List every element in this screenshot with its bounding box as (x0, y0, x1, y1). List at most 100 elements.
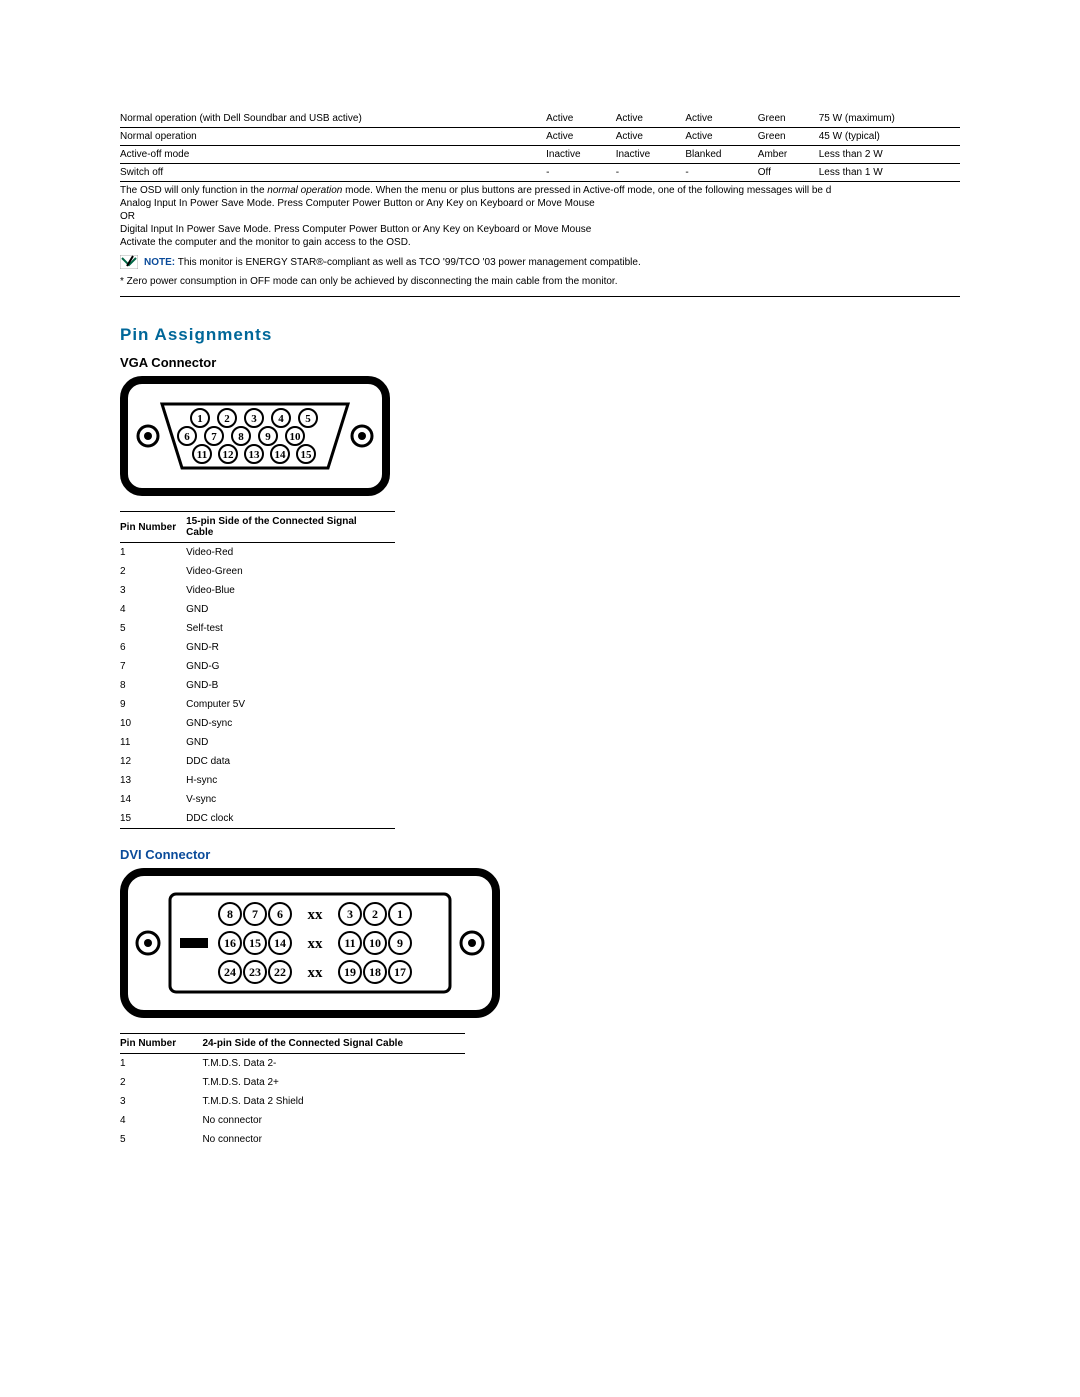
svg-text:4: 4 (278, 413, 284, 425)
pin-desc: Video-Red (186, 543, 395, 563)
dvi-connector-heading: DVI Connector (120, 847, 960, 862)
cell-mode: Active-off mode (120, 146, 546, 164)
table-row: 12DDC data (120, 752, 395, 771)
svg-text:2: 2 (224, 413, 230, 425)
table-row: 11GND (120, 733, 395, 752)
table-row: 1Video-Red (120, 543, 395, 563)
table-header-row: Pin Number 15-pin Side of the Connected … (120, 512, 395, 543)
svg-text:14: 14 (274, 936, 286, 950)
table-row: Normal operation (with Dell Soundbar and… (120, 110, 960, 128)
pin-num: 12 (120, 752, 186, 771)
note-body: This monitor is ENERGY STAR®-compliant a… (175, 257, 641, 268)
svg-text:2: 2 (372, 907, 378, 921)
zero-power-text: * Zero power consumption in OFF mode can… (120, 275, 960, 288)
svg-text:7: 7 (211, 431, 217, 443)
pin-num: 6 (120, 638, 186, 657)
svg-text:3: 3 (347, 907, 353, 921)
cell-mode: Normal operation (120, 128, 546, 146)
table-row: 15DDC clock (120, 809, 395, 829)
pin-num: 3 (120, 1092, 202, 1111)
svg-text:10: 10 (290, 431, 302, 443)
cell-vsync: Active (616, 110, 686, 128)
pin-num: 13 (120, 771, 186, 790)
table-row: Switch off - - - Off Less than 1 W (120, 164, 960, 182)
osd-text-1b: mode. When the menu or plus buttons are … (342, 185, 831, 196)
power-modes-table: Normal operation (with Dell Soundbar and… (120, 110, 960, 182)
pin-num: 8 (120, 676, 186, 695)
table-row: 3T.M.D.S. Data 2 Shield (120, 1092, 465, 1111)
document-page: Normal operation (with Dell Soundbar and… (0, 0, 1080, 1189)
pin-num: 5 (120, 619, 186, 638)
dvi-pin-table: Pin Number 24-pin Side of the Connected … (120, 1033, 465, 1149)
pin-desc: Video-Green (186, 562, 395, 581)
table-row: 4No connector (120, 1111, 465, 1130)
cell-power: Less than 2 W (819, 146, 960, 164)
note-text: NOTE: This monitor is ENERGY STAR®-compl… (144, 257, 641, 268)
svg-text:7: 7 (252, 907, 258, 921)
table-row: 2T.M.D.S. Data 2+ (120, 1073, 465, 1092)
pin-num: 2 (120, 1073, 202, 1092)
table-row: 7GND-G (120, 657, 395, 676)
pin-desc: T.M.D.S. Data 2 Shield (202, 1092, 465, 1111)
table-row: 3Video-Blue (120, 581, 395, 600)
svg-text:11: 11 (344, 936, 355, 950)
svg-text:13: 13 (249, 449, 261, 461)
cell-power: 75 W (maximum) (819, 110, 960, 128)
table-row: 13H-sync (120, 771, 395, 790)
svg-text:6: 6 (277, 907, 283, 921)
note-label: NOTE: (144, 257, 175, 268)
pin-num: 1 (120, 1054, 202, 1074)
svg-text:9: 9 (265, 431, 271, 443)
pin-num: 14 (120, 790, 186, 809)
cell-hsync: Active (546, 110, 616, 128)
svg-text:3: 3 (251, 413, 257, 425)
cell-video: Active (685, 110, 757, 128)
cell-led: Amber (758, 146, 819, 164)
pin-desc: No connector (202, 1130, 465, 1149)
cell-video: Active (685, 128, 757, 146)
svg-text:5: 5 (305, 413, 311, 425)
svg-text:6: 6 (184, 431, 190, 443)
osd-line4: Activate the computer and the monitor to… (120, 237, 411, 248)
osd-text-italic: normal operation (267, 185, 342, 196)
pin-num: 1 (120, 543, 186, 563)
osd-explanation: The OSD will only function in the normal… (120, 184, 960, 249)
cell-hsync: - (546, 164, 616, 182)
note-icon (120, 255, 138, 269)
cell-vsync: Inactive (616, 146, 686, 164)
table-row: 10GND-sync (120, 714, 395, 733)
svg-text:xx: xx (308, 907, 324, 923)
note-row: NOTE: This monitor is ENERGY STAR®-compl… (120, 255, 960, 269)
table-row: 1T.M.D.S. Data 2- (120, 1054, 465, 1074)
svg-text:1: 1 (397, 907, 403, 921)
pin-desc: GND-B (186, 676, 395, 695)
pin-assignments-heading: Pin Assignments (120, 325, 960, 345)
table-row: 14V-sync (120, 790, 395, 809)
svg-text:15: 15 (301, 449, 313, 461)
cell-led: Off (758, 164, 819, 182)
svg-text:12: 12 (223, 449, 235, 461)
vga-head-num-text: Pin Number (120, 522, 176, 533)
pin-desc: T.M.D.S. Data 2+ (202, 1073, 465, 1092)
pin-num: 4 (120, 600, 186, 619)
svg-text:xx: xx (308, 936, 324, 952)
svg-text:9: 9 (397, 936, 403, 950)
osd-text-1a: The OSD will only function in the (120, 185, 267, 196)
svg-text:18: 18 (369, 965, 381, 979)
svg-text:17: 17 (394, 965, 406, 979)
svg-text:8: 8 (227, 907, 233, 921)
pin-num: 11 (120, 733, 186, 752)
pin-num: 3 (120, 581, 186, 600)
pin-num: 7 (120, 657, 186, 676)
cell-hsync: Active (546, 128, 616, 146)
svg-text:15: 15 (249, 936, 261, 950)
cell-hsync: Inactive (546, 146, 616, 164)
cell-vsync: - (616, 164, 686, 182)
table-row: Normal operation Active Active Active Gr… (120, 128, 960, 146)
svg-text:19: 19 (344, 965, 356, 979)
pin-desc: GND-sync (186, 714, 395, 733)
pin-desc: GND-G (186, 657, 395, 676)
cell-mode: Switch off (120, 164, 546, 182)
pin-desc: Self-test (186, 619, 395, 638)
pin-num: 4 (120, 1111, 202, 1130)
